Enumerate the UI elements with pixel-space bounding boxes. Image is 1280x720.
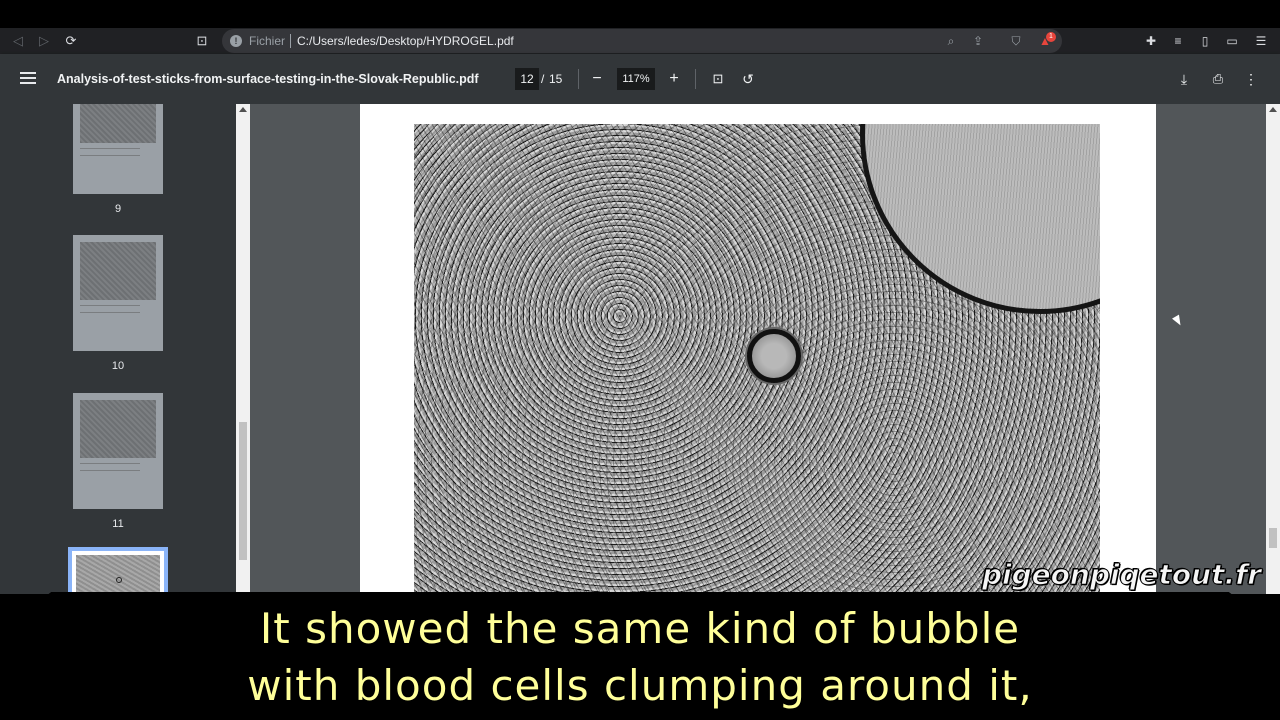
thumbnail-page-11[interactable] (73, 393, 163, 509)
wallet-icon[interactable]: ▭ (1222, 31, 1242, 51)
address-bar[interactable]: ! Fichier C:/Users/ledes/Desktop/HYDROGE… (222, 29, 1062, 53)
bubble-circle (747, 329, 801, 383)
pdf-viewer[interactable] (250, 104, 1266, 594)
viewer-scrollbar[interactable] (1266, 104, 1280, 594)
thumbnail-page-12-selected[interactable] (68, 547, 168, 594)
scroll-up-icon[interactable] (239, 107, 247, 112)
zoom-in-icon[interactable]: + (663, 68, 685, 90)
page-number-input[interactable]: 12 (515, 68, 539, 90)
thumbnail-label: 11 (112, 518, 124, 530)
thumbnail-text-lines (80, 148, 140, 156)
thumbnail-bubble (116, 577, 122, 583)
pdf-page (360, 104, 1156, 594)
sidebar-menu-icon[interactable] (18, 69, 38, 89)
thumbnail-text-lines (80, 463, 140, 471)
download-icon[interactable]: ⤓ (1173, 68, 1195, 90)
thumbnail-page-9[interactable] (73, 104, 163, 194)
share-icon[interactable]: ⇪ (969, 32, 987, 50)
notification-badge: 1 (1046, 32, 1056, 42)
window-top-bar (0, 0, 1280, 28)
back-icon[interactable]: ◁ (8, 31, 28, 51)
thumbnail-image (80, 400, 156, 458)
pdf-toolbar: Analysis-of-test-sticks-from-surface-tes… (0, 54, 1280, 104)
thumbnail-label: 9 (114, 203, 122, 215)
browser-toolbar: ◁ ▷ ⟳ ⊡ ! Fichier C:/Users/ledes/Desktop… (0, 28, 1280, 54)
bookmark-icon[interactable]: ⊡ (192, 31, 212, 51)
fit-page-icon[interactable]: ⊡ (707, 68, 729, 90)
page-total: 15 (549, 72, 563, 86)
thumbnail-image (76, 555, 160, 594)
extensions-icon[interactable]: ✚ (1141, 31, 1161, 51)
scroll-up-icon[interactable] (1269, 107, 1277, 112)
thumbnail-label: 10 (111, 360, 125, 372)
thumbnail-text-lines (80, 305, 140, 313)
zoom-out-icon[interactable]: − (586, 68, 608, 90)
toolbar-divider (695, 69, 696, 89)
page-separator: / (541, 72, 545, 86)
address-separator (290, 34, 291, 48)
thumbnail-sidebar: 9 10 11 (0, 104, 236, 594)
forward-icon[interactable]: ▷ (34, 31, 54, 51)
browser-menu-icon[interactable]: ☰ (1251, 31, 1271, 51)
thumbnail-image (80, 104, 156, 143)
reload-icon[interactable]: ⟳ (61, 31, 81, 51)
brave-shield-icon[interactable]: ⛉ (1007, 32, 1025, 50)
watermark: pigeonpiqetout.fr (981, 558, 1262, 592)
rotate-icon[interactable]: ↺ (737, 68, 759, 90)
thumbnail-image (80, 242, 156, 300)
document-title: Analysis-of-test-sticks-from-surface-tes… (57, 72, 479, 86)
site-info-icon[interactable]: ! (230, 35, 242, 47)
subtitle-line-1: It showed the same kind of bubble (259, 604, 1021, 653)
subtitle-line-2: with blood cells clumping around it, (247, 661, 1033, 710)
zoom-icon[interactable]: ⌕ (942, 32, 960, 50)
zoom-input[interactable]: 117% (617, 68, 655, 90)
more-options-icon[interactable]: ⋮ (1240, 68, 1262, 90)
thumbnail-page-10[interactable] (73, 235, 163, 351)
viewer-scroll-thumb[interactable] (1269, 528, 1277, 548)
sidebar-scrollbar[interactable] (236, 104, 250, 594)
microscope-image (414, 124, 1100, 594)
sidebar-scroll-thumb[interactable] (239, 422, 247, 560)
sidebar-toggle-icon[interactable]: ▯ (1195, 31, 1215, 51)
url-text[interactable]: C:/Users/ledes/Desktop/HYDROGEL.pdf (297, 34, 514, 48)
toolbar-divider (578, 69, 579, 89)
print-icon[interactable]: ⎙ (1207, 68, 1229, 90)
scheme-label: Fichier (249, 34, 286, 48)
reading-list-icon[interactable]: ≡ (1168, 31, 1188, 51)
